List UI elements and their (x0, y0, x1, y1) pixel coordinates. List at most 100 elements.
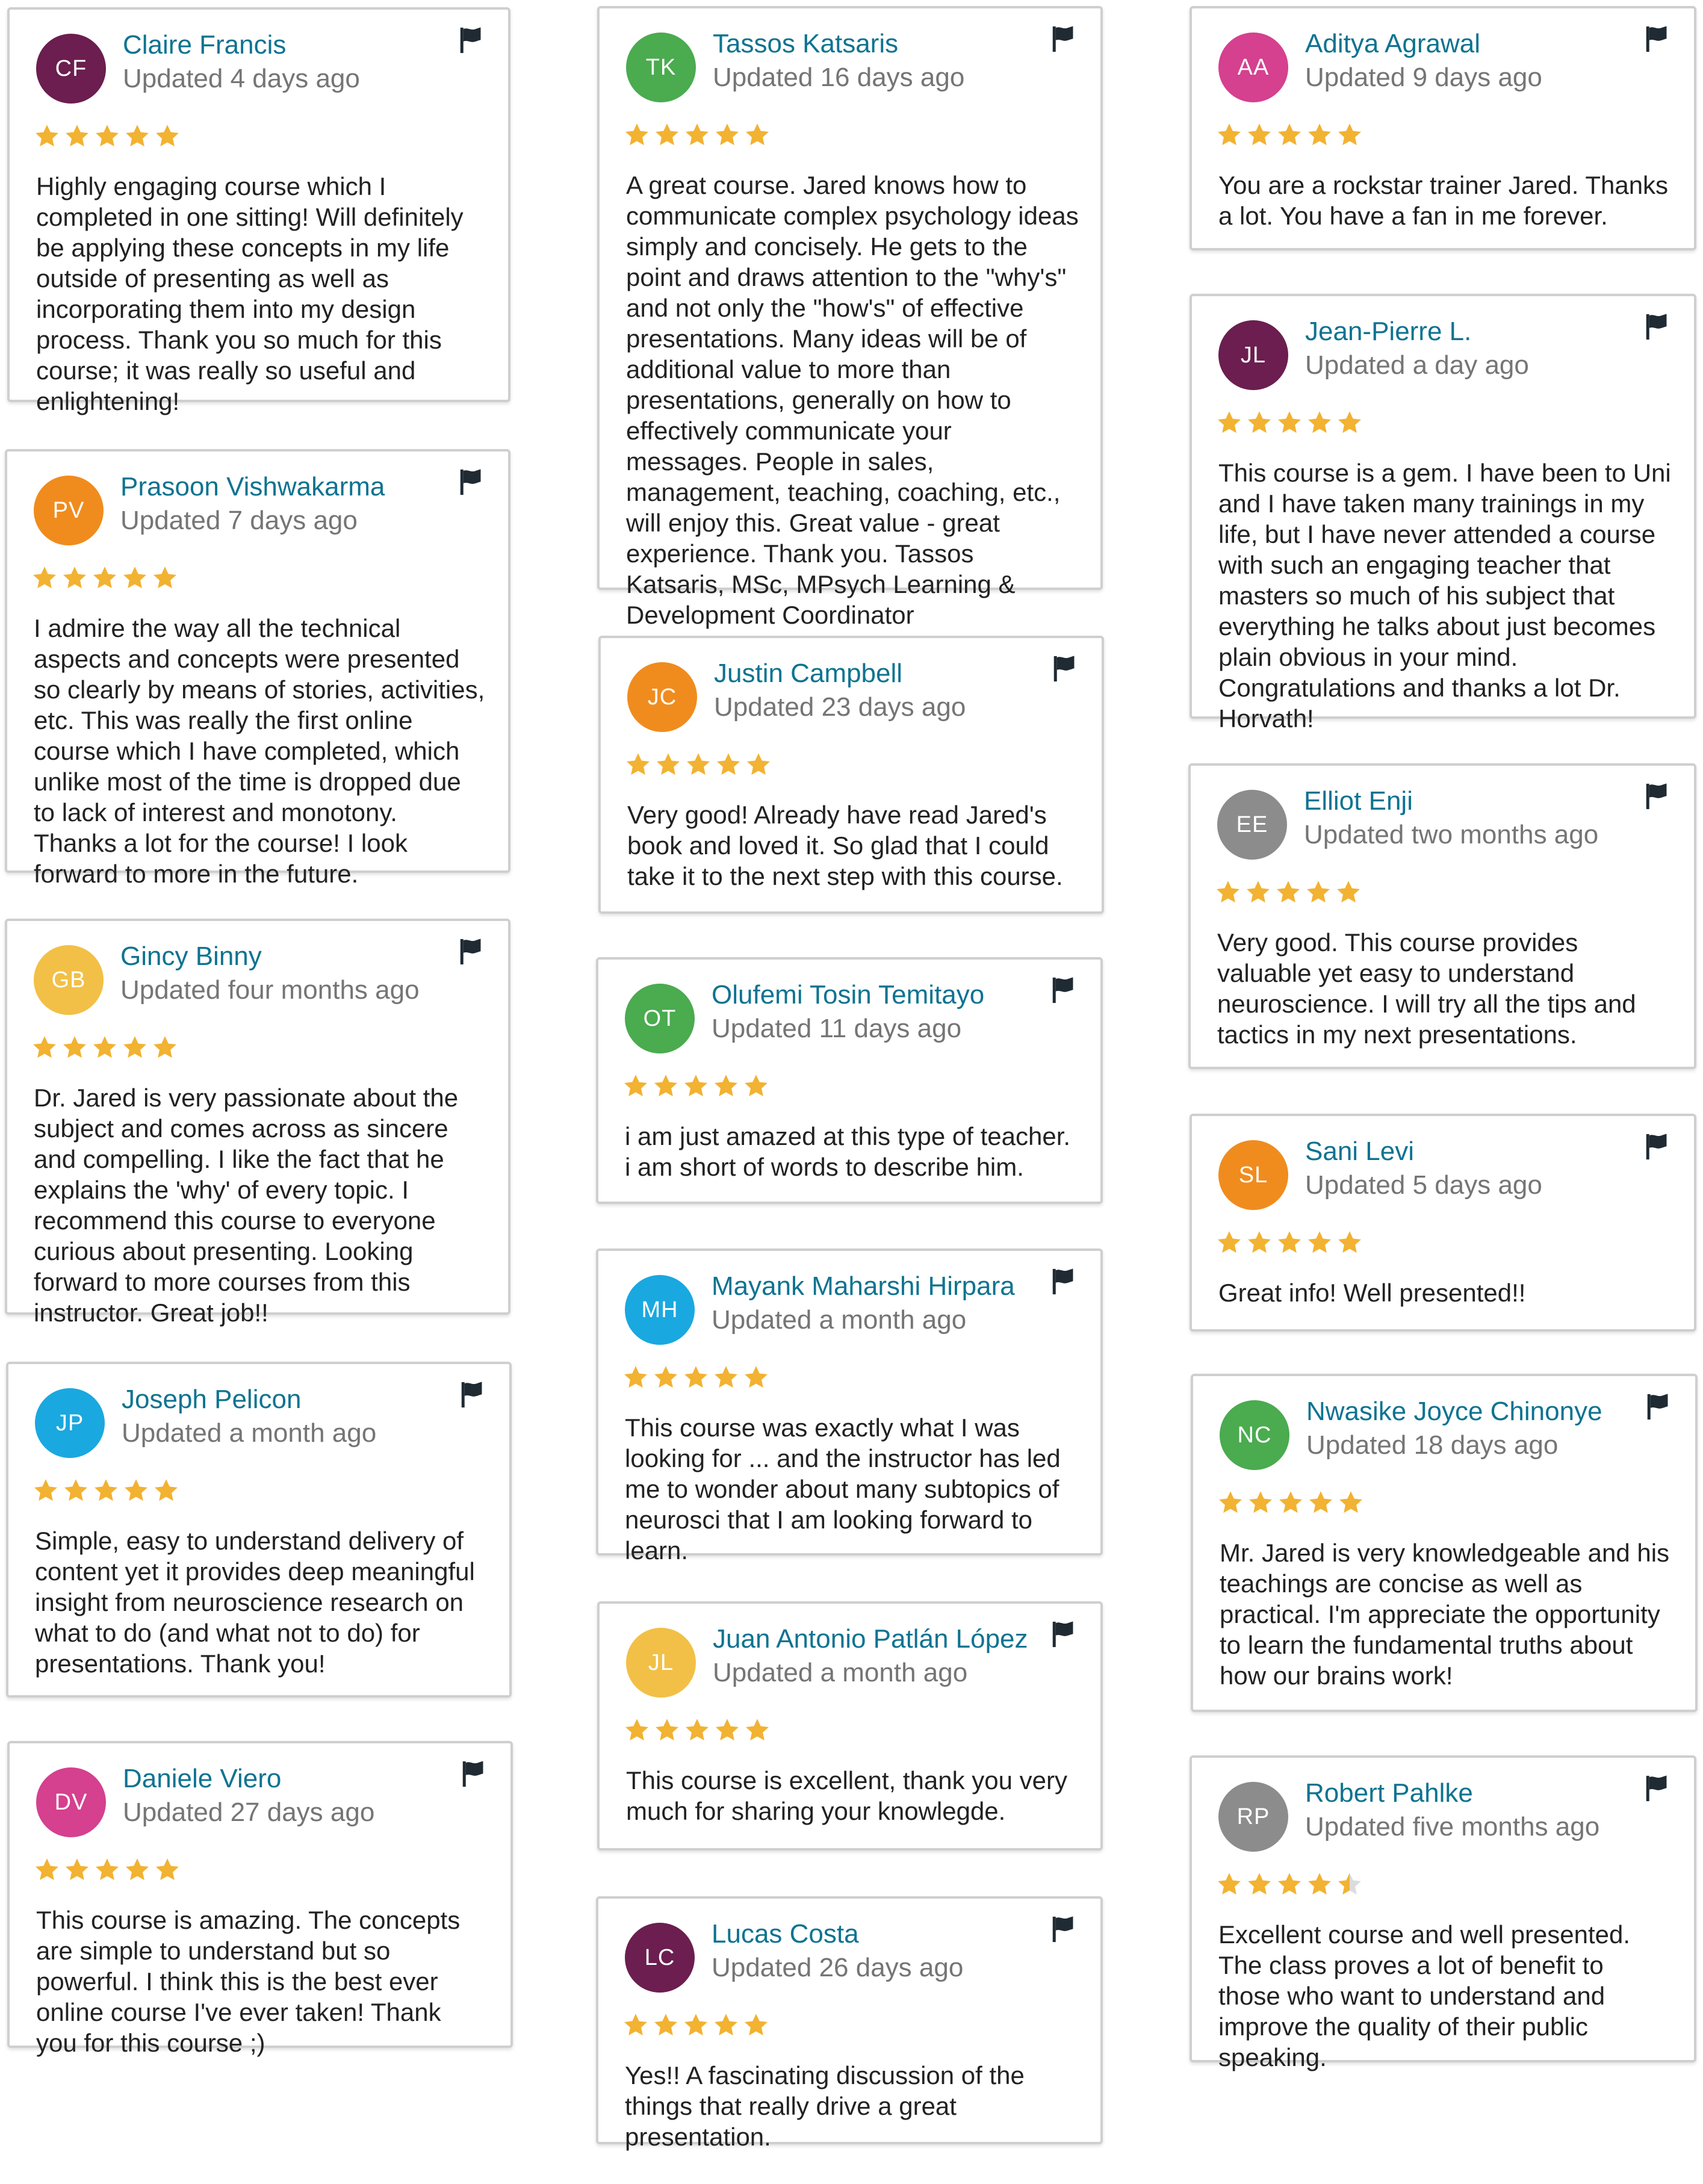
report-flag-icon[interactable] (1051, 25, 1075, 53)
reviewer-name[interactable]: Nwasike Joyce Chinonye (1306, 1397, 1602, 1427)
reviewer-name[interactable]: Joseph Pelicon (122, 1385, 301, 1415)
reviewer-name[interactable]: Elliot Enji (1304, 786, 1413, 816)
reviewer-name[interactable]: Daniele Viero (123, 1764, 281, 1794)
avatar: RP (1218, 1782, 1288, 1852)
report-flag-icon[interactable] (459, 26, 483, 54)
reviewer-name[interactable]: Gincy Binny (120, 942, 262, 972)
report-flag-icon[interactable] (1645, 1775, 1669, 1802)
star-icon (655, 751, 681, 778)
reviewer-name[interactable]: Prasoon Vishwakarma (120, 472, 385, 502)
star-icon (122, 1034, 148, 1061)
reviewer-name[interactable]: Sani Levi (1305, 1137, 1414, 1167)
review-card: LC Lucas Costa Updated 26 days ago Yes!!… (596, 1896, 1103, 2151)
avatar: LC (625, 1923, 695, 1993)
avatar: JP (35, 1388, 105, 1458)
report-flag-icon[interactable] (461, 1760, 485, 1788)
review-card: GB Gincy Binny Updated four months ago D… (5, 919, 510, 1327)
review-card: TK Tassos Katsaris Updated 16 days ago A… (597, 6, 1103, 629)
reviewer-name[interactable]: Juan Antonio Patlán López (713, 1624, 1028, 1654)
report-flag-icon[interactable] (1052, 655, 1076, 683)
reviewer-name[interactable]: Olufemi Tosin Temitayo (712, 980, 984, 1010)
report-flag-icon[interactable] (1051, 1621, 1075, 1648)
star-icon (1216, 1229, 1242, 1256)
avatar: CF (36, 34, 106, 104)
star-icon (31, 565, 58, 591)
review-date: Updated 26 days ago (712, 1953, 964, 1982)
report-flag-icon[interactable] (1645, 783, 1669, 810)
review-date: Updated 4 days ago (123, 64, 360, 93)
review-text: Very good! Already have read Jared's boo… (627, 801, 1063, 890)
review-date: Updated four months ago (120, 975, 420, 1005)
star-icon (34, 123, 60, 149)
star-icon (1247, 1489, 1274, 1516)
star-icon (33, 1477, 59, 1504)
report-flag-icon[interactable] (1051, 976, 1075, 1004)
star-icon (1336, 1871, 1363, 1897)
review-text: i am just amazed at this type of teacher… (625, 1122, 1071, 1181)
avatar: EE (1217, 790, 1287, 860)
report-flag-icon[interactable] (459, 938, 483, 966)
star-rating (624, 1717, 774, 1746)
star-icon (64, 123, 90, 149)
star-icon (743, 2012, 769, 2038)
report-flag-icon[interactable] (1645, 25, 1669, 53)
star-rating (1216, 1871, 1366, 1900)
review-date: Updated 27 days ago (123, 1798, 375, 1827)
star-icon (1215, 879, 1241, 905)
star-icon (684, 122, 710, 148)
star-icon (34, 1857, 60, 1883)
star-icon (152, 565, 178, 591)
review-text: This course is a gem. I have been to Uni… (1218, 459, 1671, 733)
review-text: A great course. Jared knows how to commu… (626, 171, 1079, 629)
star-icon (1276, 1229, 1303, 1256)
review-card: SL Sani Levi Updated 5 days ago Great in… (1190, 1114, 1696, 1332)
star-icon (622, 2012, 649, 2038)
review-card: MH Mayank Maharshi Hirpara Updated a mon… (596, 1249, 1103, 1565)
star-icon (1276, 409, 1303, 436)
star-rating (34, 123, 184, 152)
star-rating (1217, 1489, 1368, 1518)
star-rating (34, 1857, 184, 1885)
reviewer-name[interactable]: Jean-Pierre L. (1305, 317, 1471, 347)
reviewer-name[interactable]: Tassos Katsaris (713, 29, 898, 59)
avatar: NC (1220, 1400, 1289, 1470)
report-flag-icon[interactable] (459, 468, 483, 496)
star-icon (713, 1364, 739, 1391)
report-flag-icon[interactable] (1051, 1916, 1075, 1943)
review-date: Updated 9 days ago (1305, 63, 1542, 92)
star-icon (624, 122, 650, 148)
review-date: Updated a month ago (122, 1418, 377, 1448)
star-rating (1215, 879, 1365, 908)
avatar: DV (36, 1767, 106, 1837)
reviewer-name[interactable]: Mayank Maharshi Hirpara (712, 1271, 1015, 1301)
review-card: CF Claire Francis Updated 4 days ago Hig… (7, 7, 510, 415)
review-card: DV Daniele Viero Updated 27 days ago Thi… (7, 1741, 513, 2057)
star-icon (714, 122, 740, 148)
report-flag-icon[interactable] (1646, 1393, 1670, 1421)
report-flag-icon[interactable] (1645, 1133, 1669, 1161)
star-icon (92, 1034, 118, 1061)
report-flag-icon[interactable] (1645, 313, 1669, 341)
star-icon (153, 1477, 179, 1504)
star-icon (1336, 1229, 1363, 1256)
review-text: Very good. This course provides valuable… (1217, 928, 1636, 1049)
star-rating (624, 122, 774, 150)
review-text: Dr. Jared is very passionate about the s… (34, 1084, 459, 1327)
report-flag-icon[interactable] (460, 1381, 484, 1409)
review-text: Mr. Jared is very knowledgeable and his … (1220, 1539, 1670, 1690)
star-icon (622, 1364, 649, 1391)
reviewer-name[interactable]: Claire Francis (123, 30, 286, 60)
star-icon (1338, 1489, 1364, 1516)
star-icon (683, 1364, 709, 1391)
reviewer-name[interactable]: Justin Campbell (714, 659, 902, 689)
reviewer-name[interactable]: Aditya Agrawal (1305, 29, 1480, 59)
reviewer-name[interactable]: Lucas Costa (712, 1919, 859, 1949)
reviewer-name[interactable]: Robert Pahlke (1305, 1778, 1473, 1808)
star-icon (61, 565, 88, 591)
star-icon (154, 1857, 181, 1883)
star-icon (653, 1073, 679, 1099)
report-flag-icon[interactable] (1051, 1268, 1075, 1295)
star-icon (1306, 1229, 1333, 1256)
star-icon (654, 122, 680, 148)
star-icon (683, 2012, 709, 2038)
